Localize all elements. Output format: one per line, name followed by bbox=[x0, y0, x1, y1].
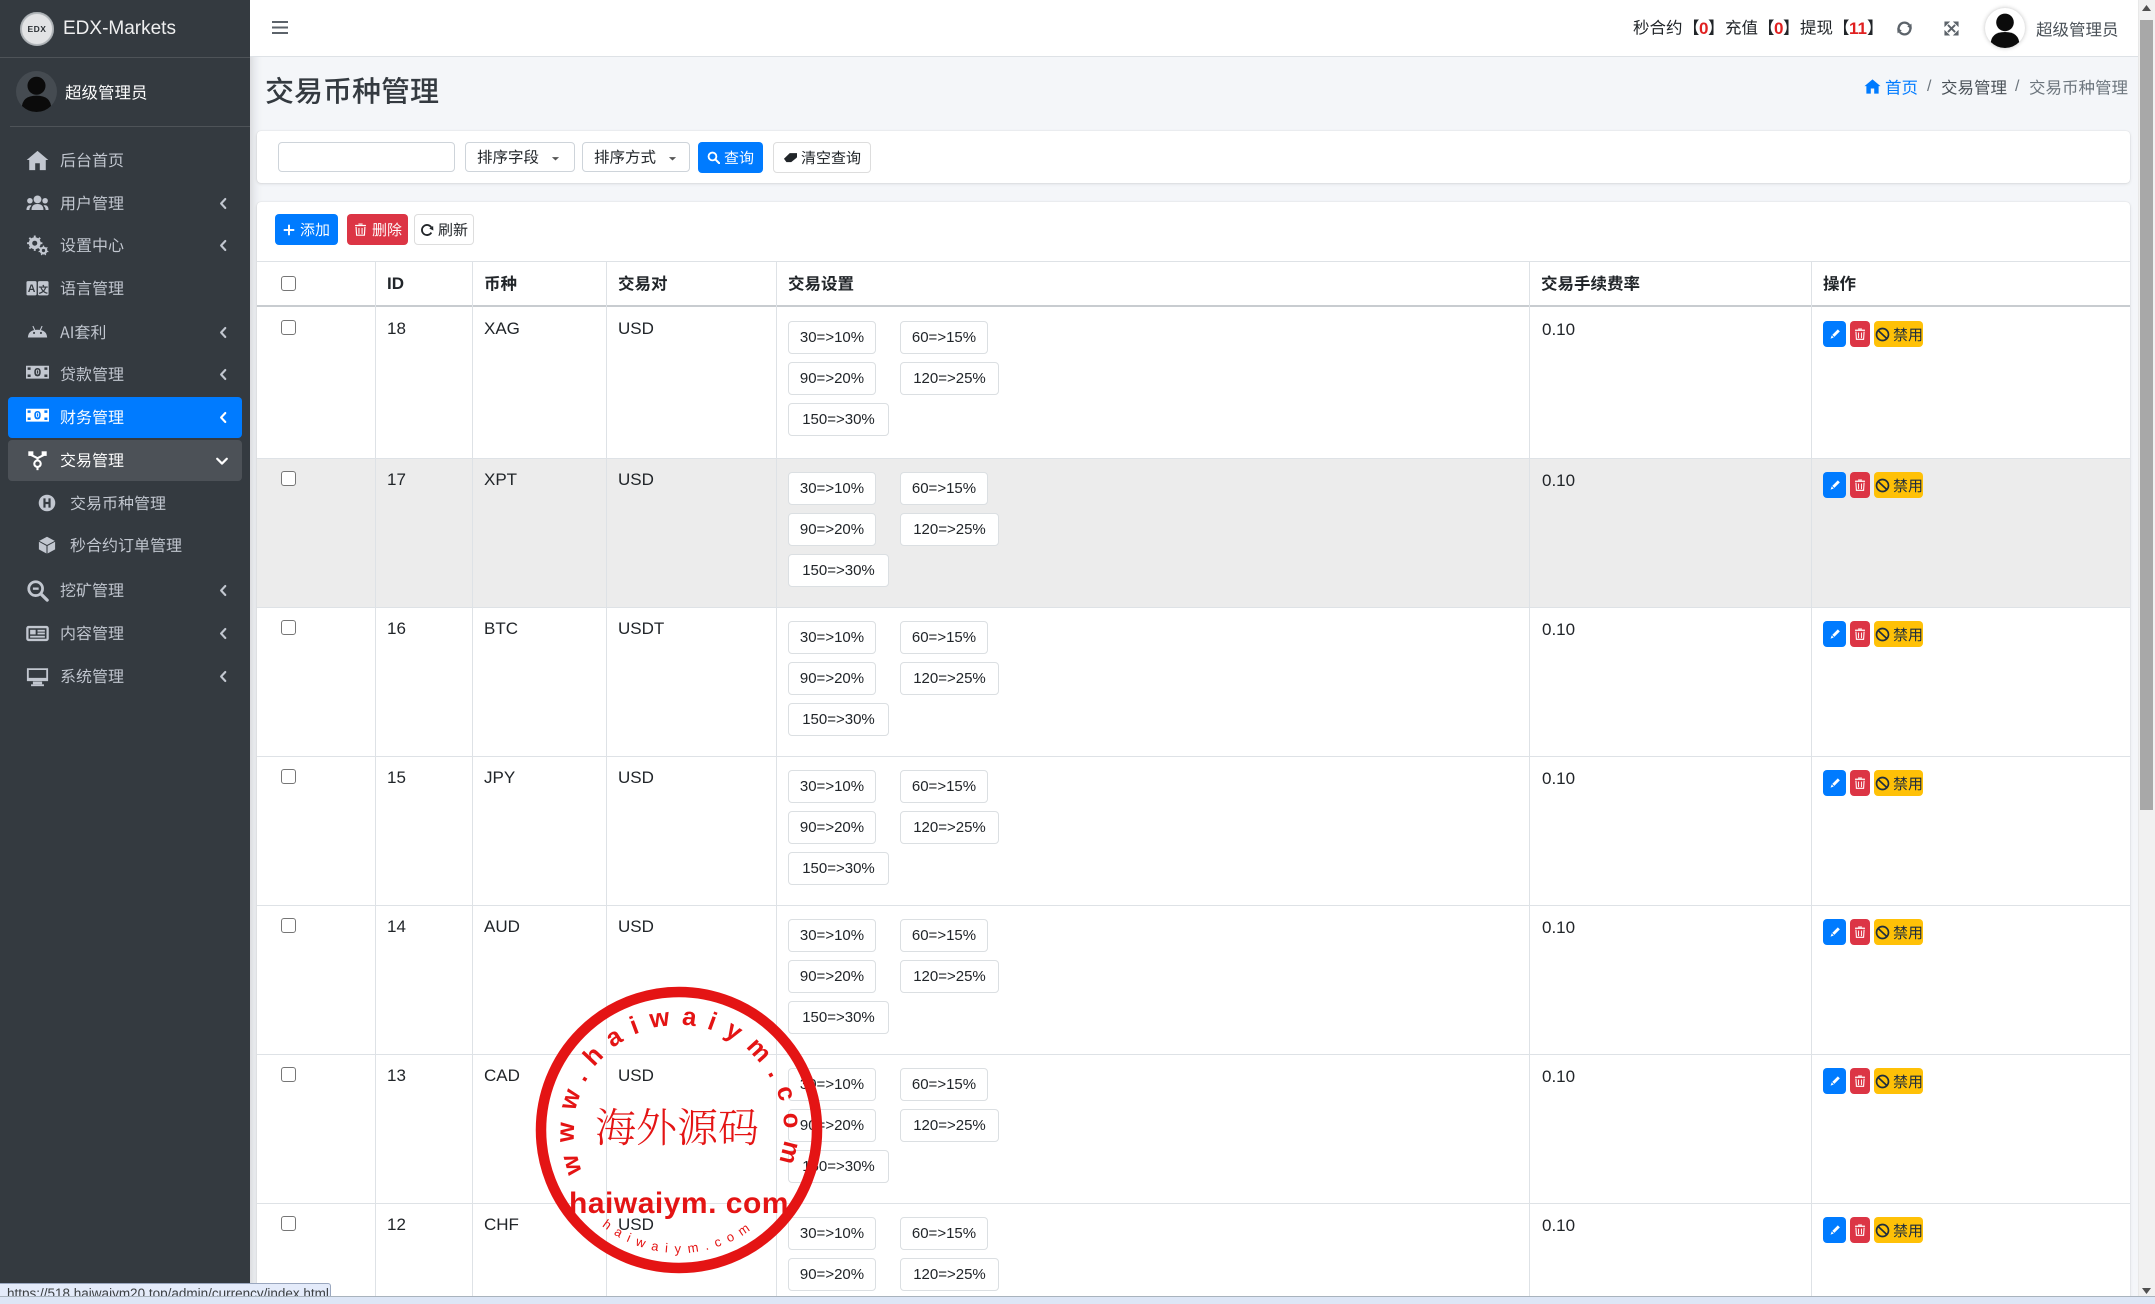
svg-text:haiwaiym. com: haiwaiym. com bbox=[569, 1187, 789, 1220]
svg-text:0: 0 bbox=[36, 370, 40, 377]
svg-text:haiwaiym.com: haiwaiym.com bbox=[600, 1216, 758, 1256]
svg-text:0: 0 bbox=[36, 413, 40, 420]
svg-text:A: A bbox=[28, 283, 36, 295]
